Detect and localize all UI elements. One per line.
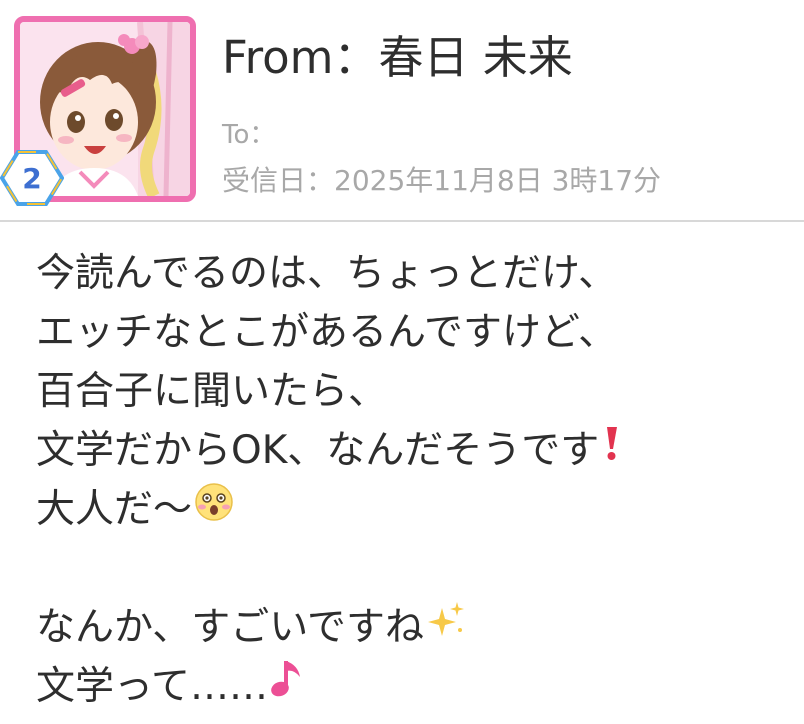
message-line-text: 百合子に聞いたら、 xyxy=(36,369,388,414)
message-line: 文学だからOK、なんだそうです xyxy=(36,421,796,480)
message-line: 百合子に聞いたら、 xyxy=(36,362,796,421)
music-note-icon xyxy=(270,657,306,716)
header-divider xyxy=(0,220,804,222)
message-body: 今読んでるのは、ちょっとだけ、 エッチなとこがあるんですけど、 百合子に聞いたら… xyxy=(36,244,796,716)
message-line-text: 今読んでるのは、ちょっとだけ、 xyxy=(36,251,618,296)
to-label: To： xyxy=(222,120,276,150)
message-line: 文学って…… xyxy=(36,657,796,716)
sender-line: From：春日 未来 xyxy=(222,30,573,86)
sparkles-icon xyxy=(426,598,466,657)
from-label: From： xyxy=(222,31,379,84)
message-line: なんか、すごいですね xyxy=(36,598,796,657)
rank-badge-icon: 2 xyxy=(0,150,65,206)
message-line-text: エッチなとこがあるんですけど、 xyxy=(36,310,618,355)
message-line: 今読んでるのは、ちょっとだけ、 xyxy=(36,244,796,303)
message-line-text: 文学だからOK、なんだそうです xyxy=(36,428,600,473)
rank-badge-label: 2 xyxy=(22,162,41,195)
surprised-face-icon xyxy=(194,480,234,539)
received-date: 受信日：2025年11月8日 3時17分 xyxy=(222,164,662,197)
message-line-text: 文学って…… xyxy=(36,664,269,709)
message-line: 大人だ～ xyxy=(36,480,796,539)
mail-header: 2 From：春日 未来 To： 受信日：2025年11月8日 3時17分 xyxy=(0,0,804,222)
message-line-text: なんか、すごいですね xyxy=(36,605,425,650)
sender-name[interactable]: 春日 未来 xyxy=(379,31,573,84)
message-line-text: 大人だ～ xyxy=(36,487,193,532)
rank-badge: 2 xyxy=(0,148,65,208)
exclamation-icon xyxy=(601,421,621,480)
message-line: エッチなとこがあるんですけど、 xyxy=(36,303,796,362)
recipient-line: To： xyxy=(222,118,275,152)
message-line xyxy=(36,539,796,598)
